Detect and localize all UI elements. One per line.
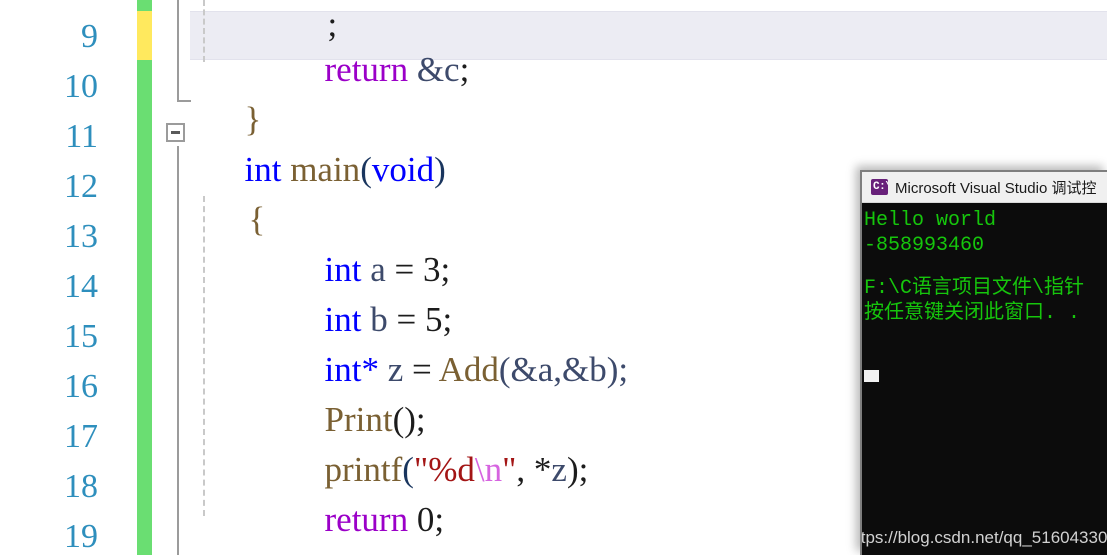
code-line-9[interactable]: return &c; bbox=[272, 17, 470, 122]
line-number: 17 bbox=[64, 418, 98, 455]
code-token-var-z: z bbox=[551, 450, 567, 489]
console-block-cursor bbox=[864, 370, 879, 382]
code-token-close-args: ); bbox=[566, 450, 589, 489]
code-token-lparen: ( bbox=[360, 150, 372, 189]
code-token-address-of-c: &c bbox=[416, 50, 460, 89]
line-number-gutter: 9 10 11 12 13 14 15 16 17 18 19 bbox=[0, 0, 120, 555]
scope-guide-line bbox=[177, 0, 179, 102]
line-number: 11 bbox=[65, 118, 98, 155]
console-icon-glyph: C:\ bbox=[873, 181, 888, 193]
debug-console-window[interactable]: C:\ Microsoft Visual Studio 调试控 Hello wo… bbox=[860, 170, 1107, 555]
code-token-close-brace: } bbox=[245, 550, 262, 555]
code-token-number: 0 bbox=[416, 500, 435, 539]
line-number: 18 bbox=[64, 468, 98, 505]
code-token-comma: , bbox=[516, 450, 534, 489]
watermark-url: ttps://blog.csdn.net/qq_51604330 bbox=[860, 528, 1107, 547]
screenshot-root: 9 10 11 12 13 14 15 16 17 18 19 ; return… bbox=[0, 0, 1107, 555]
code-line-19[interactable]: } bbox=[192, 517, 262, 555]
code-line-12[interactable]: { bbox=[196, 167, 266, 272]
code-token-return: return bbox=[324, 500, 409, 539]
code-token-call-add: Add bbox=[438, 350, 499, 389]
code-line-18[interactable]: return 0; bbox=[272, 467, 445, 555]
scope-guide-elbow bbox=[177, 100, 191, 102]
code-token-deref-star: * bbox=[533, 450, 552, 489]
console-window-title: Microsoft Visual Studio 调试控 bbox=[895, 179, 1097, 197]
code-token-return: return bbox=[324, 50, 409, 89]
change-bar-saved bbox=[137, 0, 152, 11]
indent-guide bbox=[203, 0, 205, 62]
code-token-main: main bbox=[290, 150, 361, 189]
change-bar-saved bbox=[137, 60, 152, 555]
console-title-bar[interactable]: C:\ Microsoft Visual Studio 调试控 bbox=[862, 172, 1107, 203]
code-token-rparen: ) bbox=[434, 150, 446, 189]
collapse-toggle-icon[interactable] bbox=[166, 123, 185, 142]
line-number: 14 bbox=[64, 268, 98, 305]
code-token-semicolon: ; bbox=[459, 50, 470, 89]
line-number: 19 bbox=[64, 518, 98, 555]
console-exe-path-line: F:\C语言项目文件\指针 bbox=[864, 277, 1085, 300]
line-number: 12 bbox=[64, 168, 98, 205]
code-token-void: void bbox=[371, 150, 435, 189]
line-number: 10 bbox=[64, 68, 98, 105]
change-bar-unsaved bbox=[137, 11, 152, 60]
line-number: 15 bbox=[64, 318, 98, 355]
console-output-line: Hello world bbox=[864, 209, 997, 232]
console-app-icon: C:\ bbox=[871, 179, 888, 195]
code-token-escape-newline: \n bbox=[474, 450, 503, 489]
code-token-string-end-quote: " bbox=[502, 450, 517, 489]
code-token-semicolon: ; bbox=[434, 500, 445, 539]
line-number: 9 bbox=[81, 18, 98, 55]
line-number: 16 bbox=[64, 368, 98, 405]
console-output-line: -858993460 bbox=[864, 234, 985, 257]
console-output-area[interactable]: Hello world -858993460 F:\C语言项目文件\指针 按任意… bbox=[862, 203, 1107, 555]
line-number: 13 bbox=[64, 218, 98, 255]
code-token-add-args: (&a,&b); bbox=[498, 350, 629, 389]
code-token-open-brace: { bbox=[248, 200, 266, 239]
scope-guide-line bbox=[177, 146, 179, 555]
console-prompt-line: 按任意键关闭此窗口. . bbox=[864, 302, 1081, 325]
